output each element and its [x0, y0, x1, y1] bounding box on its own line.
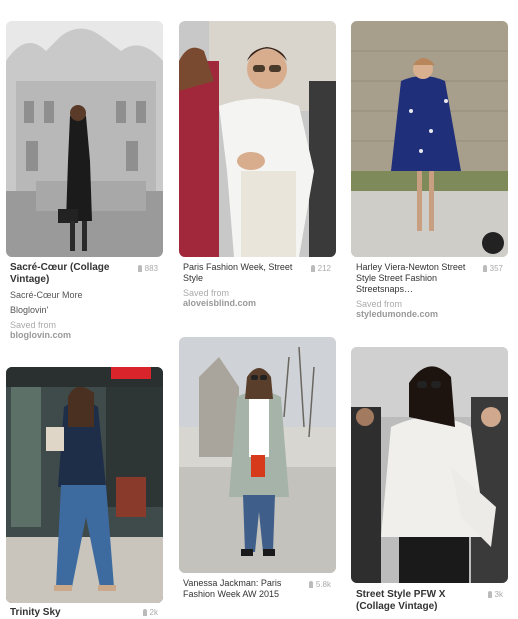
pin-image[interactable] [179, 21, 336, 257]
pin-icon [487, 591, 492, 598]
save-count: 3k [470, 590, 503, 599]
saved-from-label: Saved from [183, 288, 230, 298]
save-count-value: 357 [489, 264, 503, 273]
saved-from-label: Saved from [356, 299, 403, 309]
pin-board[interactable]: Bloglovin' [10, 305, 130, 316]
pin-title[interactable]: Vanessa Jackman: Paris Fashion Week AW 2… [183, 578, 303, 600]
pin-image[interactable] [351, 21, 508, 257]
pin-title[interactable]: Sacré-Cœur (Collage Vintage) [10, 262, 130, 286]
pin-image[interactable] [179, 337, 336, 573]
save-count: 357 [470, 264, 503, 273]
pin-image[interactable] [6, 21, 163, 257]
save-count-value: 5.8k [315, 580, 331, 589]
pin-source-link[interactable]: aloveisblind.com [183, 298, 303, 308]
pin-title[interactable]: Trinity Sky [10, 607, 130, 619]
save-count: 5.8k [298, 580, 331, 589]
save-count-value: 2k [149, 608, 158, 617]
save-count-value: 3k [494, 590, 503, 599]
pin-icon [310, 265, 315, 272]
pin-icon [308, 581, 313, 588]
save-count: 212 [298, 264, 331, 273]
pin-icon [482, 265, 487, 272]
pin-icon [137, 265, 142, 272]
save-count-value: 883 [144, 264, 158, 273]
pin-source-link[interactable]: bloglovin.com [10, 330, 130, 340]
pin-title[interactable]: Street Style PFW X (Collage Vintage) [356, 589, 476, 613]
save-count: 2k [125, 608, 158, 617]
save-count: 883 [125, 264, 158, 273]
pin-image[interactable] [351, 347, 508, 583]
pin-image[interactable] [6, 367, 163, 603]
saved-from-label: Saved from [10, 320, 57, 330]
pin-subtitle: Sacré-Cœur More [10, 290, 83, 300]
pin-source-link[interactable]: styledumonde.com [356, 309, 476, 319]
save-count-value: 212 [317, 264, 331, 273]
pin-title[interactable]: Harley Viera-Newton Street Style Street … [356, 262, 476, 295]
pin-icon [142, 609, 147, 616]
pin-title[interactable]: Paris Fashion Week, Street Style [183, 262, 303, 284]
